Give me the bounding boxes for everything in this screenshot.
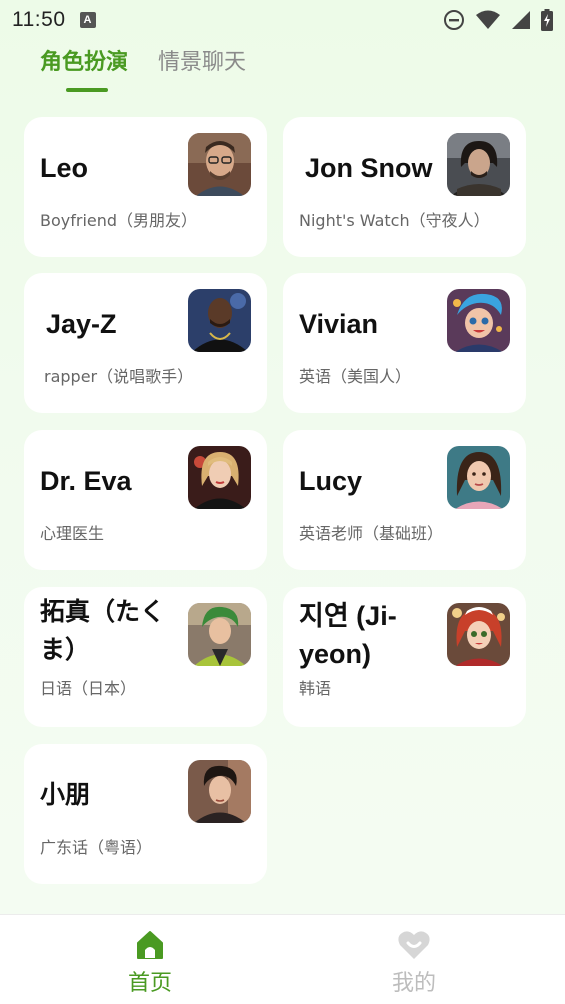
character-name: Leo [40,153,89,183]
nav-mine-label: 我的 [391,971,436,996]
character-description: Boyfriend（男朋友） [40,211,198,230]
tab-bar: 角色扮演 情景聊天 [40,44,246,90]
character-description: 心理医生 [40,524,105,543]
character-card-leo[interactable]: Leo Boyfriend（男朋友） [24,117,267,257]
tab-role-play[interactable]: 角色扮演 [40,44,128,90]
notification-a-icon: A [79,12,96,28]
wifi-icon [476,10,500,29]
do-not-disturb-icon [444,10,464,30]
character-avatar [447,133,510,196]
character-description: rapper（说唱歌手） [44,367,194,386]
character-avatar [188,603,251,666]
nav-mine[interactable]: 我的 [354,929,474,997]
character-name: Vivian [299,309,379,339]
character-card-dr-eva[interactable]: Dr. Eva 心理医生 [24,430,267,570]
bottom-nav: 首页 我的 [0,914,565,1004]
character-name: Dr. Eva [40,466,132,496]
character-description: 英语老师（基础班） [299,524,444,543]
cellular-signal-icon [512,11,530,29]
status-time: 11:50 [12,8,66,31]
profile-heart-icon [398,931,430,959]
status-bar: 11:50 A [0,0,565,40]
character-description: 日语（日本） [40,679,137,698]
status-right [443,9,553,31]
character-card-takuma[interactable]: 拓真（たくま） 日语（日本） [24,587,267,727]
character-description: 英语（美国人） [299,367,412,386]
nav-home[interactable]: 首页 [90,929,210,997]
character-name: 小朋 [40,780,91,809]
status-left: 11:50 A [12,8,96,32]
character-avatar [447,603,510,666]
character-card-lucy[interactable]: Lucy 英语老师（基础班） [283,430,526,570]
character-name: Lucy [299,466,363,496]
character-description: 韩语 [299,679,332,698]
character-name: 拓真（たくま） [40,597,166,664]
character-description: 广东话（粤语） [40,838,153,857]
character-name: Jay-Z [46,309,117,339]
character-avatar [447,446,510,509]
character-avatar [188,446,251,509]
nav-home-label: 首页 [127,971,172,996]
character-description: Night's Watch（守夜人） [299,211,490,230]
tab-scenario-chat[interactable]: 情景聊天 [158,44,246,90]
character-avatar [188,760,251,823]
character-card-jon-snow[interactable]: Jon Snow Night's Watch（守夜人） [283,117,526,257]
character-avatar [447,289,510,352]
character-avatar [188,289,251,352]
character-card-vivian[interactable]: Vivian 英语（美国人） [283,273,526,413]
active-tab-indicator [66,88,108,92]
character-name: Jon Snow [305,153,433,183]
character-card-ji-yeon[interactable]: 지연 (Ji-yeon) 韩语 [283,587,526,727]
battery-charging-icon [541,9,553,31]
home-icon [137,931,163,959]
character-avatar [188,133,251,196]
character-card-jay-z[interactable]: Jay-Z rapper（说唱歌手） [24,273,267,413]
character-card-xiaopeng[interactable]: 小朋 广东话（粤语） [24,744,267,884]
character-name: 지연 (Ji-yeon) [299,601,397,669]
